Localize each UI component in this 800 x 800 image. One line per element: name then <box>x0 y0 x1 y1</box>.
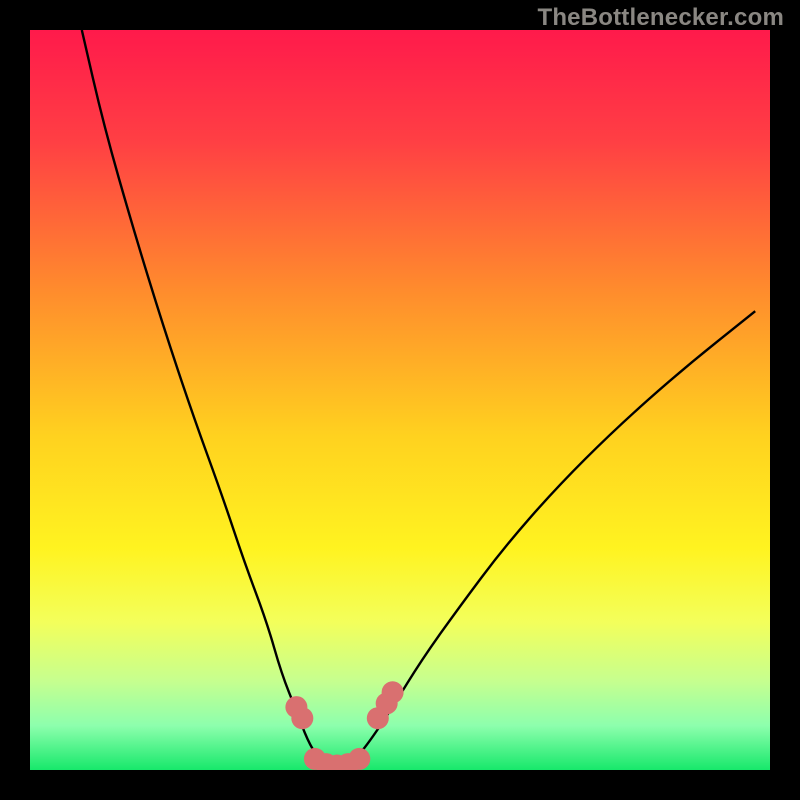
bottleneck-chart <box>0 0 800 800</box>
data-marker <box>348 748 370 770</box>
data-marker <box>291 707 313 729</box>
gradient-background <box>30 30 770 770</box>
data-marker <box>382 681 404 703</box>
watermark-text: TheBottlenecker.com <box>537 4 784 32</box>
